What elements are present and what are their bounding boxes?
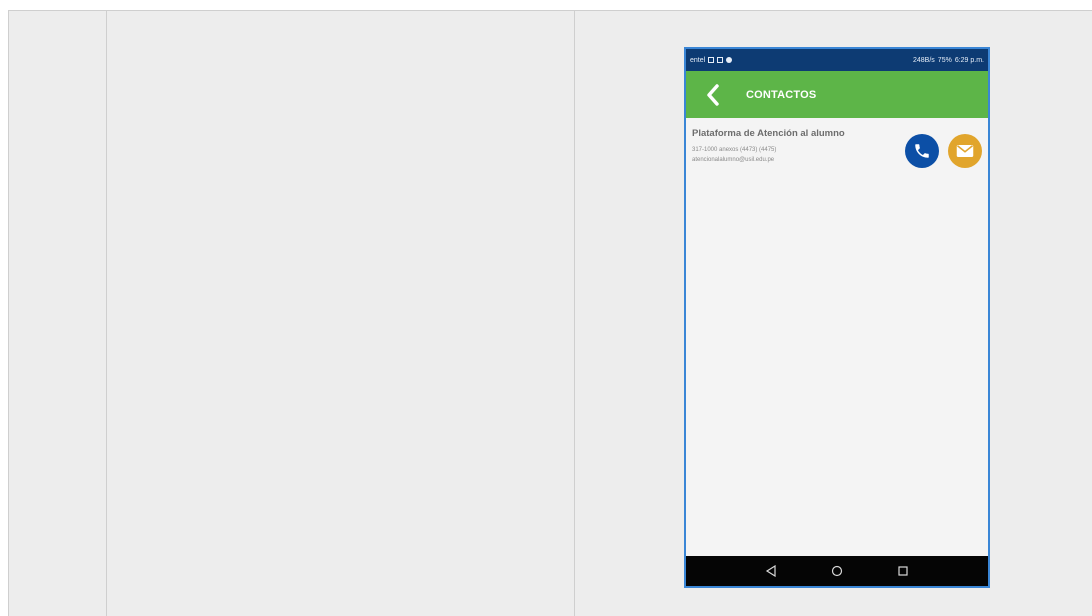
chevron-left-icon	[707, 83, 719, 106]
contact-email: atencionalalumno@usil.edu.pe	[692, 157, 775, 163]
status-bar: entel 248B/s 75% 6:29 p.m.	[686, 49, 988, 71]
contact-phone: 317-1000 anexos (4473) (4475)	[692, 147, 777, 153]
home-circle-icon	[831, 565, 843, 577]
phone-icon	[915, 144, 929, 158]
status-right: 248B/s 75% 6:29 p.m.	[913, 57, 984, 64]
contact-name: Plataforma de Atención al alumno	[692, 128, 845, 139]
back-triangle-icon	[765, 565, 776, 577]
back-button[interactable]	[698, 80, 728, 110]
list-item: Plataforma de Atención al alumno 317-100…	[692, 126, 982, 186]
contacts-list: Plataforma de Atención al alumno 317-100…	[686, 118, 988, 556]
notification-icon	[726, 57, 733, 63]
table-cell-1	[8, 10, 107, 616]
android-nav-bar	[686, 556, 988, 586]
nav-home-button[interactable]	[830, 564, 844, 578]
carrier-label: entel	[690, 56, 706, 64]
network-speed: 248B/s	[913, 56, 935, 64]
notification-icon	[708, 57, 715, 63]
table-cell-2	[107, 10, 575, 616]
status-left: entel	[690, 56, 733, 64]
call-button[interactable]	[905, 134, 939, 168]
nav-recents-button[interactable]	[896, 564, 910, 578]
app-bar: CONTACTOS	[686, 71, 988, 118]
mail-icon	[956, 145, 974, 157]
mail-button[interactable]	[948, 134, 982, 168]
notification-icon	[717, 57, 724, 63]
phone-screenshot: entel 248B/s 75% 6:29 p.m. CONTACTOS Pla…	[684, 47, 990, 588]
battery-level: 75%	[937, 56, 952, 64]
nav-back-button[interactable]	[764, 564, 778, 578]
clock: 6:29 p.m.	[954, 56, 984, 64]
recents-square-icon	[898, 566, 908, 576]
page-title: CONTACTOS	[746, 88, 817, 101]
